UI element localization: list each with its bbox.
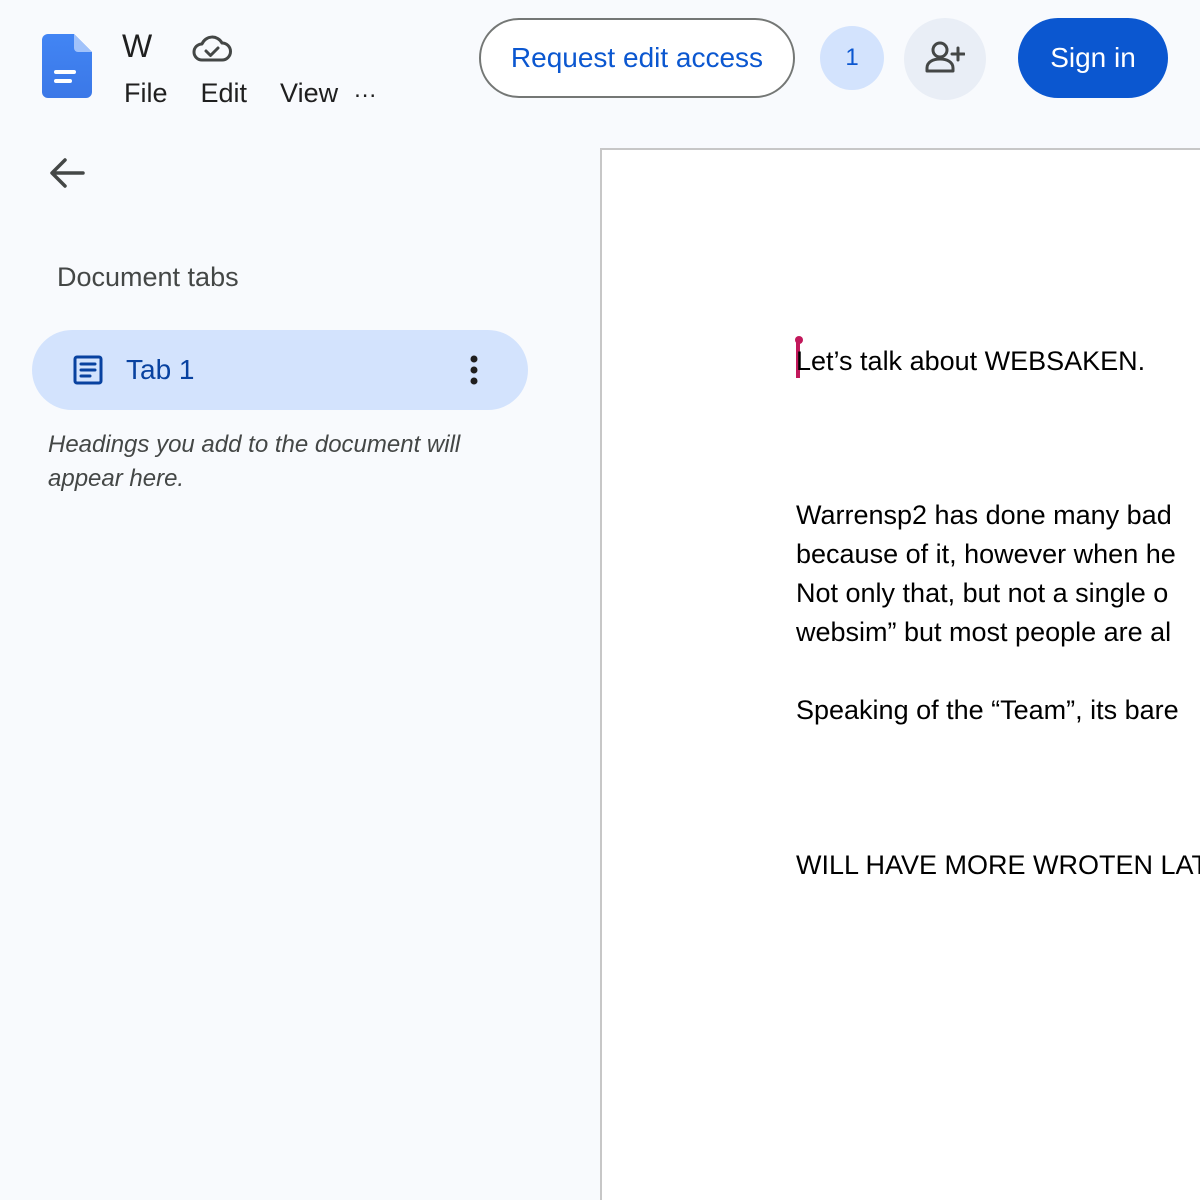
sign-in-button[interactable]: Sign in	[1018, 18, 1168, 98]
back-button[interactable]	[40, 148, 94, 202]
doc-paragraph[interactable]: Not only that, but not a single o	[796, 574, 1168, 612]
document-title[interactable]: W	[122, 28, 152, 64]
viewer-count-badge[interactable]: 1	[820, 26, 884, 90]
cloud-done-icon[interactable]	[192, 34, 232, 64]
menu-more[interactable]: ...	[354, 73, 377, 107]
doc-paragraph[interactable]: WILL HAVE MORE WROTEN LAT	[796, 846, 1200, 884]
request-edit-access-button[interactable]: Request edit access	[479, 18, 795, 98]
tab-item-tab-1[interactable]: Tab 1	[32, 330, 528, 410]
doc-paragraph[interactable]: Speaking of the “Team”, its bare	[796, 691, 1179, 729]
person-add-icon	[925, 40, 966, 79]
menu-view[interactable]: View	[280, 76, 338, 110]
docs-logo-icon[interactable]	[40, 32, 96, 100]
headings-hint: Headings you add to the document will ap…	[48, 431, 461, 492]
share-button[interactable]	[904, 18, 986, 100]
menu-edit[interactable]: Edit	[201, 76, 248, 110]
menu-file[interactable]: File	[124, 76, 168, 110]
document-tabs-heading: Document tabs	[57, 262, 239, 292]
menu-bar: File Edit View ...	[124, 76, 377, 110]
doc-paragraph[interactable]: because of it, however when he	[796, 535, 1176, 573]
doc-paragraph[interactable]: websim” but most people are al	[796, 613, 1171, 651]
more-vert-icon[interactable]	[460, 350, 488, 390]
document-icon	[72, 354, 104, 386]
tab-label: Tab 1	[126, 354, 195, 385]
docs-app: W File Edit View ... Request edit access…	[0, 0, 1200, 1200]
doc-paragraph[interactable]: Let’s talk about WEBSAKEN.	[796, 342, 1145, 380]
arrow-back-icon	[49, 157, 85, 194]
document-page[interactable]: Let’s talk about WEBSAKEN. Warrensp2 has…	[600, 148, 1200, 1200]
doc-paragraph[interactable]: Warrensp2 has done many bad	[796, 496, 1172, 534]
